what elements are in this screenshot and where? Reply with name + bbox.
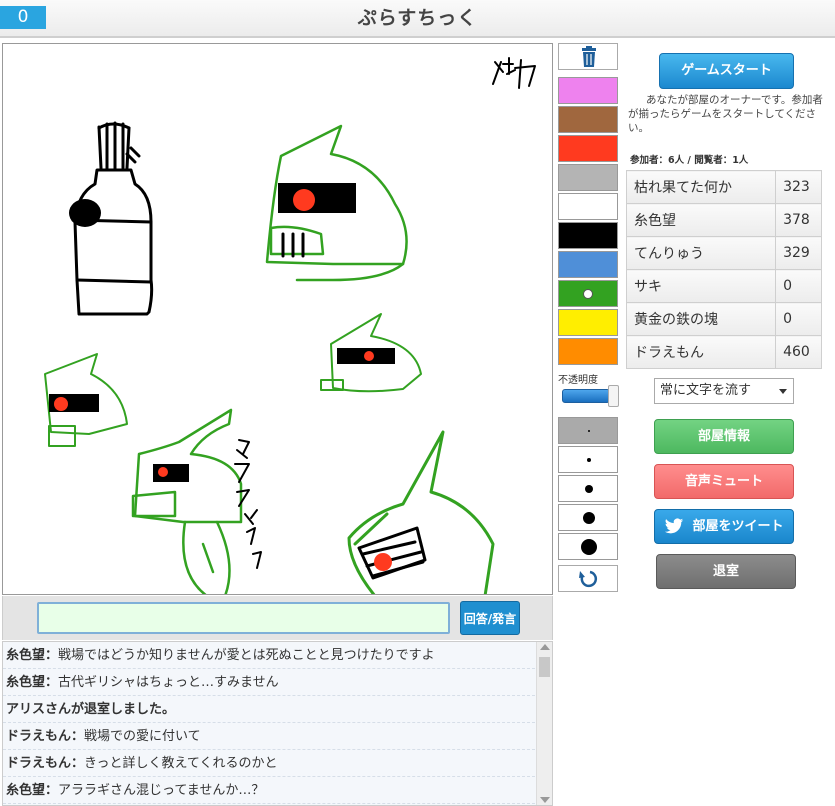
player-score: 329 [775, 236, 822, 270]
chat-speaker: 糸色望 [6, 783, 46, 798]
color-swatch-pink[interactable] [558, 77, 618, 104]
pen-dot-icon [585, 485, 593, 493]
chat-speaker: 糸色望 [6, 675, 46, 690]
chat-line: 糸色望：戦場ではどうか知りませんが愛とは死ぬことと見つけたりですよ [3, 642, 535, 669]
bottle-cap-blob [69, 199, 101, 227]
color-swatch-blue[interactable] [558, 251, 618, 278]
table-row: サキ 0 [625, 269, 822, 303]
player-score: 323 [775, 170, 822, 204]
player-score: 0 [775, 302, 822, 336]
player-score-table: 枯れ果てた何か 323 糸色望 378 てんりゅう 329 サキ 0 黄金の鉄の… [625, 170, 822, 369]
player-name: てんりゅう [625, 236, 777, 270]
opacity-slider-track[interactable] [562, 389, 610, 403]
chat-system-line: アリスさんが退室しました。 [3, 696, 535, 723]
chat-log[interactable]: 糸色望：戦場ではどうか知りませんが愛とは死ぬことと見つけたりですよ 糸色望：古代… [2, 641, 553, 806]
color-swatch-yellow[interactable] [558, 309, 618, 336]
color-swatch-gray[interactable] [558, 164, 618, 191]
twitter-bird-icon [665, 518, 684, 534]
chat-input-row: 回答/発言 [2, 596, 553, 640]
opacity-slider[interactable] [562, 385, 619, 407]
answer-submit-button[interactable]: 回答/発言 [460, 601, 520, 635]
chat-separator: ： [45, 675, 59, 690]
opacity-label: 不透明度 [558, 375, 598, 386]
chat-separator: ： [71, 756, 85, 771]
player-name: 枯れ果てた何か [625, 170, 777, 204]
trash-icon [582, 46, 596, 67]
chat-text: 戦場での愛に付いて [84, 729, 201, 744]
text-flow-select[interactable]: 常に文字を流す [654, 378, 794, 404]
text-flow-selected-value: 常に文字を流す [660, 383, 752, 398]
participant-counts: 参加者：6人 / 閲覧者：1人 [630, 155, 749, 166]
undo-icon [579, 570, 598, 588]
chat-scrollbar[interactable] [536, 642, 552, 805]
tweet-button-content: 部屋をツイート [664, 510, 784, 543]
chat-text: アララギさん混じってませんか…？ [58, 783, 265, 798]
pen-size-xlarge[interactable] [558, 533, 618, 560]
player-name: 黄金の鉄の塊 [625, 302, 777, 336]
player-score: 460 [775, 335, 822, 369]
undo-button[interactable] [558, 565, 618, 592]
pen-size-tiny[interactable] [558, 417, 618, 444]
chevron-down-icon [779, 389, 787, 394]
chat-text: きっと詳しく教えてくれるのかと [84, 756, 278, 771]
color-swatch-black[interactable] [558, 222, 618, 249]
chat-line: 糸色望：古代ギリシャはちょっと…すみません [3, 669, 535, 696]
player-name: 糸色望 [625, 203, 777, 237]
leave-room-button[interactable]: 退室 [656, 554, 796, 589]
pen-size-medium[interactable] [558, 475, 618, 502]
drawing-layer [44, 57, 536, 594]
chat-speaker: 糸色望 [6, 648, 46, 663]
chat-line: ドラえもん：きっと詳しく教えてくれるのかと [3, 750, 535, 777]
selected-color-indicator [583, 289, 593, 299]
player-name: サキ [625, 269, 777, 303]
header-bar: 0 ぷらすちっく [0, 0, 835, 38]
table-row: 黄金の鉄の塊 0 [625, 302, 822, 336]
chat-line: 糸色望：アララギさん混じってませんか…？ [3, 777, 535, 804]
game-start-button[interactable]: ゲームスタート [659, 53, 794, 89]
chat-input[interactable] [37, 602, 450, 634]
color-swatch-white[interactable] [558, 193, 618, 220]
pen-dot-icon [588, 430, 590, 432]
room-info-button[interactable]: 部屋情報 [654, 419, 794, 454]
scroll-down-arrow-icon[interactable] [540, 797, 550, 803]
pen-size-small[interactable] [558, 446, 618, 473]
opacity-slider-handle[interactable] [608, 385, 619, 407]
color-swatch-red[interactable] [558, 135, 618, 162]
table-row: 枯れ果てた何か 323 [625, 170, 822, 204]
pen-dot-icon [587, 458, 591, 462]
color-swatch-green[interactable] [558, 280, 618, 307]
table-row: てんりゅう 329 [625, 236, 822, 270]
player-score: 378 [775, 203, 822, 237]
pen-size-large[interactable] [558, 504, 618, 531]
color-swatch-brown[interactable] [558, 106, 618, 133]
mute-audio-button[interactable]: 音声ミュート [654, 464, 794, 499]
clear-canvas-button[interactable] [558, 43, 618, 70]
table-row: ドラえもん 460 [625, 335, 822, 369]
color-swatch-orange[interactable] [558, 338, 618, 365]
chat-separator: ： [71, 729, 85, 744]
player-score: 0 [775, 269, 822, 303]
table-row: 糸色望 378 [625, 203, 822, 237]
scroll-up-arrow-icon[interactable] [540, 644, 550, 650]
chat-text: 古代ギリシャはちょっと…すみません [58, 675, 279, 690]
owner-note: あなたが部屋のオーナーです。参加者が揃ったらゲームをスタートしてください。 [628, 94, 823, 134]
chat-separator: ： [45, 783, 59, 798]
page-title: ぷらすちっく [357, 7, 478, 29]
player-name: ドラえもん [625, 335, 777, 369]
chat-separator: ： [45, 648, 59, 663]
chat-text: 戦場ではどうか知りませんが愛とは死ぬことと見つけたりですよ [58, 648, 435, 663]
chat-speaker: ドラえもん [6, 756, 72, 771]
pen-dot-icon [583, 512, 595, 524]
chat-speaker: ドラえもん [6, 729, 72, 744]
scroll-thumb[interactable] [539, 657, 550, 677]
pen-dot-icon [581, 539, 597, 555]
tweet-button-label: 部屋をツイート [692, 519, 784, 534]
drawing-canvas[interactable] [2, 43, 553, 595]
chat-line: ドラえもん：戦場での愛に付いて [3, 723, 535, 750]
tweet-room-button[interactable]: 部屋をツイート [654, 509, 794, 544]
